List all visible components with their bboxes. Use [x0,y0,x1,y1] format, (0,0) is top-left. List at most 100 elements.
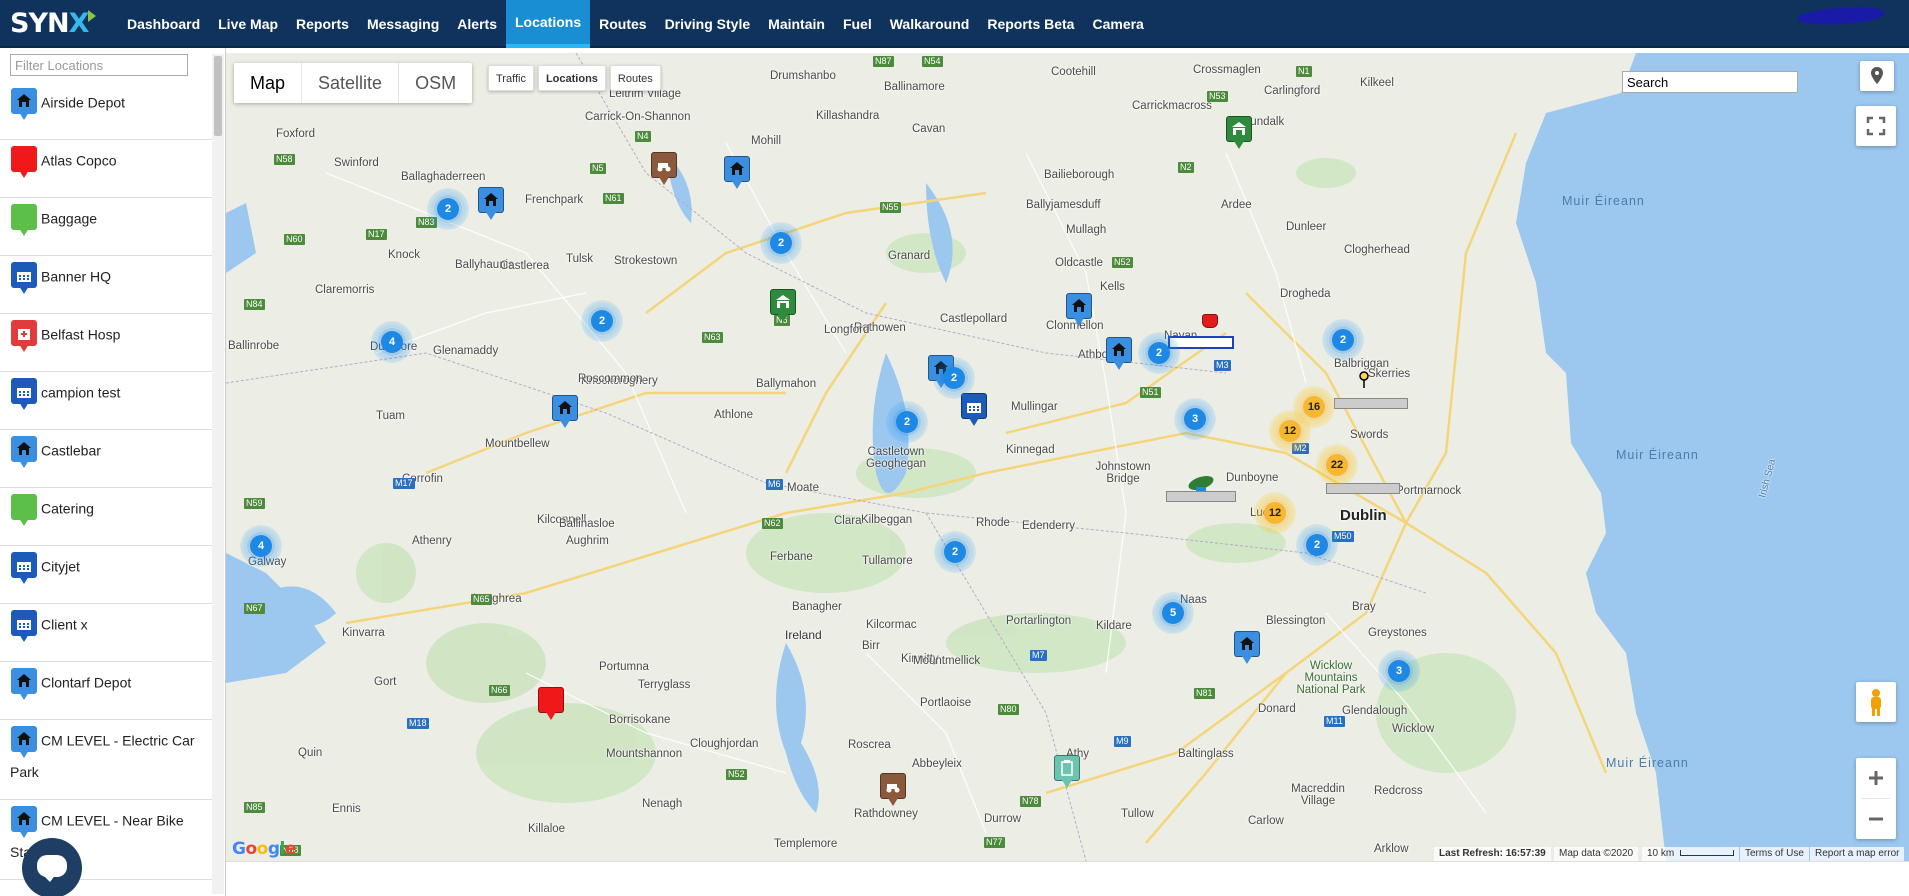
nav-item-camera[interactable]: Camera [1083,0,1152,48]
location-item[interactable]: Airside Depot [0,82,212,140]
marker-cluster[interactable]: 3 [1174,398,1216,440]
marker-cluster[interactable]: 2 [1296,524,1338,566]
marker-tool-button[interactable] [1860,61,1894,91]
map-pin-clipboard[interactable] [1054,755,1082,789]
map-search-input[interactable] [1622,71,1798,93]
map-type-osm[interactable]: OSM [398,63,472,103]
locations-list: Airside Depot Atlas Copco Baggage Banner HQ… [0,82,212,896]
town-label: Mountmellick [913,655,981,667]
marker-cluster[interactable]: 3 [1378,650,1420,692]
cluster-count: 2 [437,198,459,220]
nav-item-reports[interactable]: Reports [287,0,358,48]
map-marker-pin-icon[interactable] [1358,371,1370,389]
nav-item-locations[interactable]: Locations [505,0,591,48]
marker-cluster[interactable]: 2 [760,222,802,264]
nav-item-reports-beta[interactable]: Reports Beta [978,0,1083,48]
map-scale[interactable]: 10 km [1642,847,1740,861]
terms-of-use-link[interactable]: Terms of Use [1740,847,1809,861]
google-logo-g: G [232,839,246,859]
layer-routes-button[interactable]: Routes [609,65,661,91]
map-pin-house[interactable] [552,395,580,429]
synx-logo[interactable]: SYN X [10,6,97,40]
map-pin-tractor[interactable] [880,773,908,807]
plus-icon [1869,771,1883,785]
marker-cluster[interactable]: 5 [1152,592,1194,634]
location-item[interactable]: Atlas Copco [0,140,212,198]
zoom-in-button[interactable] [1856,758,1896,798]
nav-item-driving-style[interactable]: Driving Style [656,0,760,48]
vehicle-label[interactable] [1334,398,1408,409]
location-item[interactable]: CM LEVEL - Electric Car Park [0,720,212,800]
google-logo[interactable]: Google [232,839,296,859]
location-item[interactable]: Catering [0,488,212,546]
fullscreen-button[interactable] [1856,106,1896,146]
scrollbar-thumb[interactable] [214,56,222,136]
location-item[interactable]: Client x [0,604,212,662]
map-canvas[interactable]: Drumshanbo Ballinamore Cootehill Crossmagle… [226,53,1909,861]
town-label: Kinnegad [1006,444,1055,456]
nav-item-maintain[interactable]: Maintain [759,0,834,48]
location-item[interactable]: Cityjet [0,546,212,604]
map-pin-tractor[interactable] [651,152,679,186]
nav-item-live-map[interactable]: Live Map [209,0,287,48]
pin-tip [969,418,979,426]
marker-cluster[interactable]: 2 [581,300,623,342]
location-item[interactable]: Castlebar [0,430,212,488]
marker-cluster[interactable]: 2 [1322,319,1364,361]
map-pin-house[interactable] [1066,293,1094,327]
location-item[interactable]: Baggage [0,198,212,256]
marker-cluster[interactable]: 2 [933,357,975,399]
nav-item-routes[interactable]: Routes [590,0,655,48]
map-pin-house[interactable] [478,187,506,221]
vehicle-label[interactable] [1166,491,1236,502]
redacted-user-name[interactable] [1797,5,1885,27]
town-label: Gort [374,676,397,688]
marker-cluster[interactable]: 22 [1316,444,1358,486]
map-pin-farm[interactable] [1226,116,1254,150]
road-shield: N1 [1296,66,1312,77]
map-pin-house[interactable] [1234,631,1262,665]
layer-traffic-button[interactable]: Traffic [488,65,534,91]
filter-locations-input[interactable] [10,54,188,76]
chat-button[interactable] [22,838,82,896]
location-item[interactable]: Clontarf Depot [0,662,212,720]
location-marker [10,668,38,700]
house-icon [17,812,31,825]
marker-box [11,494,37,520]
map-pin-house[interactable] [724,156,752,190]
location-item[interactable]: campion test [0,372,212,430]
marker-cluster[interactable]: 2 [934,531,976,573]
street-view-pegman[interactable] [1856,682,1896,722]
layer-locations-button[interactable]: Locations [537,65,606,91]
nav-item-fuel[interactable]: Fuel [834,0,881,48]
nav-item-alerts[interactable]: Alerts [448,0,506,48]
map-type-map[interactable]: Map [234,63,301,103]
marker-cluster[interactable]: 2 [427,188,469,230]
town-label: Roscrea [848,739,891,751]
marker-cluster[interactable]: 4 [371,321,413,363]
map-pin-red-small[interactable] [1202,314,1220,332]
location-item[interactable]: Belfast Hosp [0,314,212,372]
report-map-error-link[interactable]: Report a map error [1810,847,1905,861]
location-label: campion test [41,384,121,401]
town-label: Skerries [1368,368,1411,380]
vehicle-icon[interactable] [1186,473,1216,493]
map-pin-red[interactable] [538,687,566,721]
map-pin-house[interactable] [1106,337,1134,371]
location-item[interactable]: Banner HQ [0,256,212,314]
marker-cluster[interactable]: 2 [1138,332,1180,374]
nav-item-messaging[interactable]: Messaging [358,0,448,48]
map-pin-farm[interactable] [770,289,798,323]
map-pin-factory[interactable] [961,393,989,427]
sidebar-scrollbar[interactable] [212,54,224,894]
zoom-out-button[interactable] [1856,799,1896,839]
marker-cluster[interactable]: 4 [240,525,282,567]
marker-cluster[interactable]: 12 [1254,492,1296,534]
map-type-satellite[interactable]: Satellite [301,63,398,103]
nav-item-dashboard[interactable]: Dashboard [118,0,209,48]
town-label: Tullamore [862,555,913,567]
google-logo-o2: o [256,839,269,859]
marker-cluster[interactable]: 2 [886,401,928,443]
nav-item-walkaround[interactable]: Walkaround [881,0,979,48]
marker-cluster[interactable]: 12 [1269,410,1311,452]
